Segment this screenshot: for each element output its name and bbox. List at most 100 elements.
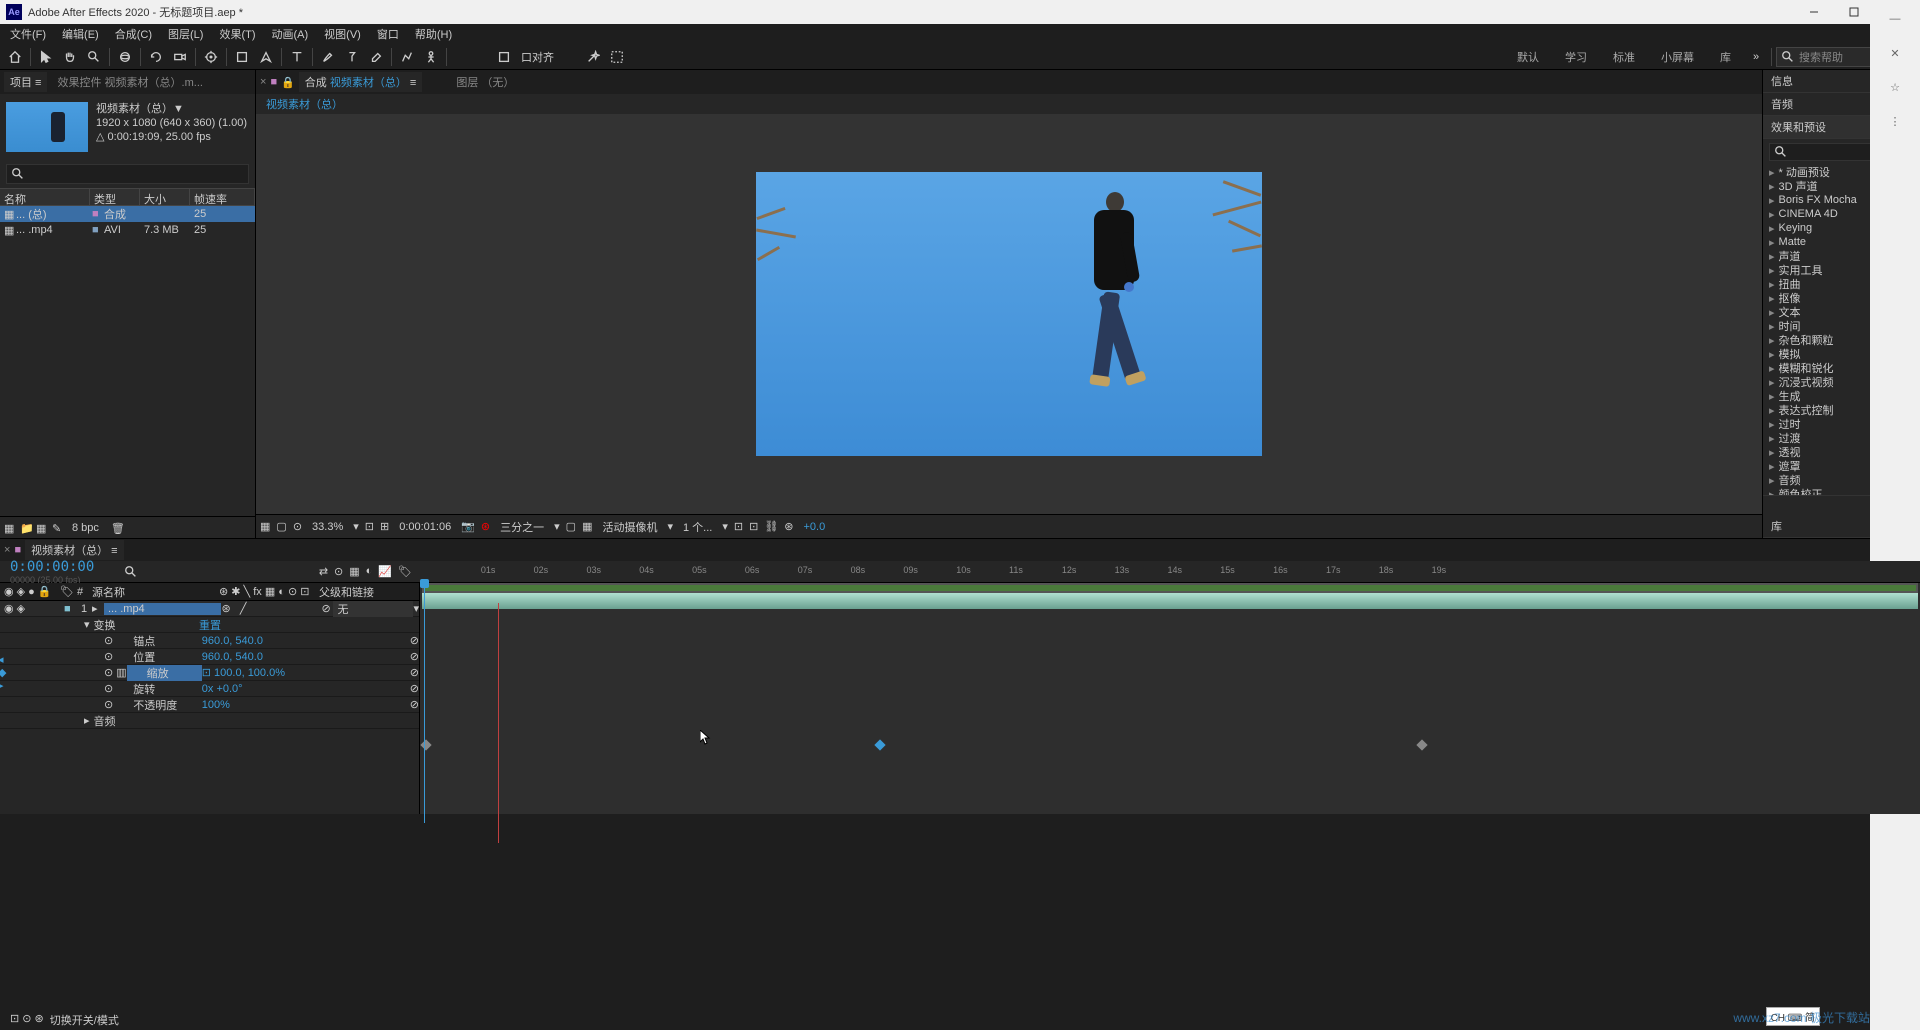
maximize-button[interactable] (1834, 0, 1874, 24)
keyframe-start[interactable] (420, 739, 431, 750)
tab-composition[interactable]: 合成 视频素材（总） ≡ (299, 72, 423, 92)
ext-close-icon[interactable]: ✕ (1875, 38, 1915, 68)
menu-animation[interactable]: 动画(A) (266, 24, 315, 44)
3d-icon[interactable]: ⛓ (764, 520, 778, 533)
tag-icon[interactable]: 🏷 (398, 565, 412, 578)
menu-view[interactable]: 视图(V) (318, 24, 367, 44)
mask-viz-icon[interactable]: ▢ (276, 520, 286, 533)
comp-viewer[interactable] (256, 114, 1762, 514)
col-name[interactable]: 名称 (0, 189, 90, 205)
tab-project[interactable]: 项目 ≡ (4, 72, 47, 92)
playhead[interactable] (424, 583, 425, 823)
graph-icon[interactable]: 📈 (378, 565, 392, 578)
new-comp-icon[interactable]: ▦ (36, 522, 48, 534)
transform-group[interactable]: ▾ 变换 重置 (0, 617, 419, 633)
grid-icon[interactable]: ⊞ (380, 520, 389, 533)
project-item-comp[interactable]: ▦ ... (总) ■ 合成 25 (0, 206, 255, 222)
frame-blend-icon[interactable]: ▦ (349, 565, 359, 578)
search-icon[interactable] (124, 565, 138, 579)
workspace-small[interactable]: 小屏幕 (1649, 46, 1706, 68)
current-time[interactable]: 0:00:01:06 (395, 520, 455, 534)
col-size[interactable]: 大小 (140, 189, 190, 205)
audio-group[interactable]: ▸ 音频 (0, 713, 419, 729)
puppet-tool-icon[interactable] (420, 46, 442, 68)
menu-file[interactable]: 文件(F) (4, 24, 52, 44)
timeline-tracks[interactable] (420, 583, 1920, 814)
rect-tool-icon[interactable] (231, 46, 253, 68)
timecode-display[interactable]: 0:00:00:00 (0, 559, 104, 575)
lock-icon[interactable]: 🔒 (281, 76, 295, 89)
clone-tool-icon[interactable] (341, 46, 363, 68)
layer-clip[interactable] (422, 593, 1918, 609)
pen-tool-icon[interactable] (255, 46, 277, 68)
prop-anchor[interactable]: ⊙ 锚点 960.0, 540.0 ⊘ (0, 633, 419, 649)
keyframe-end[interactable] (1416, 739, 1427, 750)
transparency-icon[interactable]: ▦ (582, 520, 592, 533)
work-area-bar[interactable] (422, 583, 1918, 593)
home-icon[interactable] (4, 46, 26, 68)
ext-min-icon[interactable]: — (1875, 4, 1915, 34)
menu-effect[interactable]: 效果(T) (213, 24, 261, 44)
prop-position[interactable]: ⊙ 位置 960.0, 540.0 ⊘ (0, 649, 419, 665)
pixel-icon[interactable]: ⊡ (734, 520, 743, 533)
toggle-label[interactable]: 切换开关/模式 (50, 1012, 119, 1028)
channel-icon[interactable]: ⊛ (481, 520, 490, 533)
camera-dropdown[interactable]: 活动摄像机 (598, 518, 661, 536)
toggle-switches-icon[interactable]: ⊡ ⊙ ⊛ (10, 1012, 44, 1028)
adjust-icon[interactable]: ✎ (52, 522, 64, 534)
minimize-button[interactable] (1794, 0, 1834, 24)
eraser-tool-icon[interactable] (365, 46, 387, 68)
comp-thumbnail[interactable] (6, 102, 88, 152)
tab-timeline[interactable]: 视频素材（总） ≡ (25, 540, 123, 560)
wand-icon[interactable] (582, 46, 604, 68)
snapshot-icon[interactable]: 📷 (461, 520, 475, 533)
ext-star-icon[interactable]: ☆ (1875, 72, 1915, 102)
roto-tool-icon[interactable] (396, 46, 418, 68)
snap-toggle-icon[interactable] (493, 46, 515, 68)
exposure-value[interactable]: +0.0 (800, 520, 830, 534)
col-source[interactable]: 源名称 (88, 584, 219, 600)
motion-blur-icon[interactable]: ◐ (366, 565, 373, 578)
bpc-toggle[interactable]: 8 bpc (72, 522, 99, 534)
menu-layer[interactable]: 图层(L) (162, 24, 209, 44)
prop-rotation[interactable]: ⊙ 旋转 0x +0.0° ⊘ (0, 681, 419, 697)
workspace-library[interactable]: 库 (1708, 46, 1743, 68)
comp-breadcrumb[interactable]: 视频素材（总） (256, 94, 1762, 114)
ext-menu-icon[interactable]: ⋮ (1875, 106, 1915, 136)
alpha-icon[interactable]: ▦ (260, 520, 270, 533)
trash-icon[interactable]: 🗑 (111, 522, 123, 534)
workspace-overflow-icon[interactable]: » (1745, 46, 1767, 68)
folder-icon[interactable]: 📁 (20, 522, 32, 534)
timecode-icon[interactable]: ⊙ (293, 520, 302, 533)
mask-icon[interactable] (606, 46, 628, 68)
prop-scale[interactable]: ◂ ◆ ▸ ⊙ ▥ 缩放 ⊡ 100.0, 100.0% ⊘ (0, 665, 419, 681)
zoom-tool-icon[interactable] (83, 46, 105, 68)
comp-mini-icon[interactable]: ⇄ (319, 565, 328, 578)
project-search-input[interactable] (6, 164, 249, 184)
col-fps[interactable]: 帧速率 (190, 189, 255, 205)
full-icon[interactable]: ⊡ (365, 520, 374, 533)
tab-effect-controls[interactable]: 效果控件 视频素材（总）.m... (51, 72, 208, 92)
workspace-standard[interactable]: 标准 (1601, 46, 1647, 68)
roi-icon[interactable]: ▢ (566, 520, 576, 533)
timeline-layer-1[interactable]: ◉ ◈ ■ 1 ▸ ... .mp4 ⊛ ╱ ⊘ 无 ▾ (0, 601, 419, 617)
orbit-tool-icon[interactable] (114, 46, 136, 68)
menu-composition[interactable]: 合成(C) (109, 24, 158, 44)
zoom-dropdown[interactable]: 33.3% (308, 520, 347, 534)
col-parent[interactable]: 父级和链接 (319, 584, 419, 600)
renderer-icon[interactable]: ⊛ (784, 520, 793, 533)
prop-opacity[interactable]: ⊙ 不透明度 100% ⊘ (0, 697, 419, 713)
workspace-learn[interactable]: 学习 (1553, 46, 1599, 68)
time-ruler[interactable]: 01s02s03s04s05s06s07s08s09s10s11s12s13s1… (420, 561, 1920, 583)
interpret-icon[interactable]: ▦ (4, 522, 16, 534)
brush-tool-icon[interactable] (317, 46, 339, 68)
fast-prev-icon[interactable]: ⊡ (749, 520, 758, 533)
align-label[interactable]: 口对齐 (517, 49, 558, 65)
resolution-dropdown[interactable]: 三分之一 (496, 518, 548, 536)
menu-edit[interactable]: 编辑(E) (56, 24, 105, 44)
menu-help[interactable]: 帮助(H) (409, 24, 458, 44)
selection-tool-icon[interactable] (35, 46, 57, 68)
rotate-tool-icon[interactable] (145, 46, 167, 68)
hand-tool-icon[interactable] (59, 46, 81, 68)
shy-icon[interactable]: ⊙ (334, 565, 343, 578)
